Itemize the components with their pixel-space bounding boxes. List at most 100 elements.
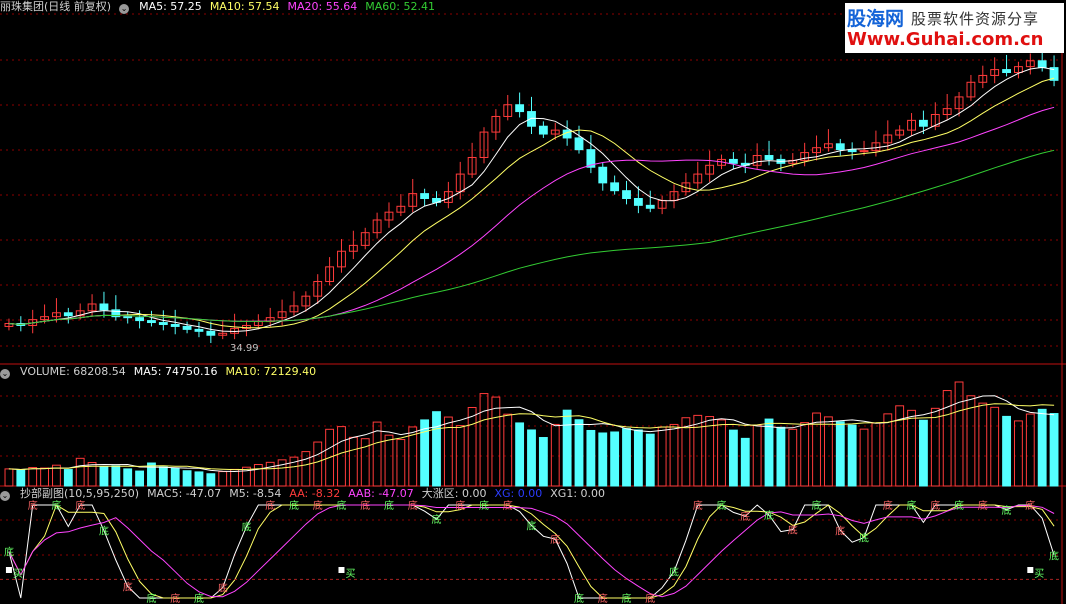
volume-bar xyxy=(28,467,38,487)
bottom-signal-label: 底 xyxy=(99,524,109,537)
volume-bar xyxy=(978,402,988,487)
volume-bar xyxy=(740,437,750,487)
volume-bar xyxy=(847,424,857,487)
volume-bar xyxy=(301,451,311,487)
volume-bar xyxy=(348,436,358,487)
candle-body xyxy=(1037,60,1047,69)
watermark-brand: 股海网 xyxy=(847,8,905,30)
bottom-signal-label: 底 xyxy=(360,499,370,512)
candle-body xyxy=(835,143,845,151)
bottom-signal-label: 底 xyxy=(907,499,917,512)
candle-body xyxy=(99,303,109,311)
volume-bar xyxy=(645,433,655,487)
volume-bar xyxy=(111,465,121,487)
volume-bar xyxy=(800,422,810,487)
volume-bar xyxy=(182,470,192,487)
volume-bar xyxy=(253,464,263,487)
bottom-signal-label: 底 xyxy=(313,499,323,512)
bottom-signal-label: 底 xyxy=(1049,549,1059,562)
bottom-signal-label: 底 xyxy=(408,499,418,512)
candle-body xyxy=(645,204,655,209)
volume-bar xyxy=(550,423,560,487)
volume-bar xyxy=(515,422,525,487)
volume-bar xyxy=(598,432,608,487)
volume-bar xyxy=(633,429,643,487)
candlesticks xyxy=(4,51,1059,344)
watermark-url: Www.Guhai.com.cn xyxy=(847,29,1044,50)
bottom-signal-label: 底 xyxy=(598,592,608,604)
volume-bar xyxy=(158,466,168,487)
bottom-signal-label: 底 xyxy=(693,499,703,512)
bottom-signal-label: 底 xyxy=(123,580,133,593)
candle-body xyxy=(598,166,608,184)
indicator-fast-line xyxy=(8,504,1055,599)
volume-bar xyxy=(717,419,726,487)
volume-bar xyxy=(871,422,881,487)
volume-bar xyxy=(40,467,49,487)
candle-body xyxy=(538,125,548,135)
volume-bar xyxy=(883,413,893,487)
low-price-label: 34.99 xyxy=(230,343,259,354)
volume-bar xyxy=(1014,420,1023,487)
bottom-signal-label: 底 xyxy=(455,499,465,512)
candle-body xyxy=(123,316,133,319)
bottom-signal-label: 底 xyxy=(883,499,893,512)
bottom-signal-label: 底 xyxy=(1025,499,1035,512)
bottom-signal-label: 底 xyxy=(503,499,513,512)
candle-body xyxy=(610,182,620,192)
watermark: 股海网 股票软件资源分享 Www.Guhai.com.cn xyxy=(845,3,1064,53)
buy-signal-marker xyxy=(338,567,345,573)
volume-bar xyxy=(764,418,774,487)
volume-bar xyxy=(99,466,109,487)
candle-body xyxy=(63,312,73,317)
bottom-signal-label: 底 xyxy=(289,499,299,512)
candle-body xyxy=(147,320,156,324)
bottom-signal-label: 底 xyxy=(788,523,798,536)
volume-bar xyxy=(942,390,952,487)
buy-signal-label: 买 xyxy=(1034,568,1044,580)
bottom-signal-label: 底 xyxy=(669,566,679,579)
volume-bar xyxy=(1025,413,1035,487)
volume-bar xyxy=(1037,408,1047,487)
volume-bar xyxy=(337,426,346,487)
volume-bar xyxy=(384,434,394,487)
bottom-signal-label: 底 xyxy=(859,532,869,545)
bottom-signal-label: 底 xyxy=(4,546,14,559)
volume-bar xyxy=(776,426,786,487)
candle-body xyxy=(622,190,631,199)
volume-bar xyxy=(75,457,85,487)
bottom-signal-label: 底 xyxy=(265,499,275,512)
candle-body xyxy=(859,150,869,153)
volume-bar xyxy=(835,421,845,487)
volume-bar xyxy=(657,426,667,487)
candle-body xyxy=(1002,69,1011,74)
bottom-signal-label: 底 xyxy=(954,499,964,512)
volume-bar xyxy=(990,406,1000,487)
candle-body xyxy=(527,111,536,127)
bottom-signal-label: 底 xyxy=(574,592,584,604)
volume-bar xyxy=(491,396,501,487)
bottom-signal-label: 底 xyxy=(218,582,228,595)
candle-body xyxy=(135,317,144,322)
stock-chart[interactable]: 底底底底底底底底底底底底底底底底底底底底底底底底底底底底底底 底底 底底底底底底底底… xyxy=(0,0,1066,604)
volume-bar xyxy=(669,423,679,487)
volume-bar xyxy=(63,469,73,487)
volume-bar xyxy=(467,406,477,487)
volume-bar xyxy=(396,439,406,487)
bottom-signal-label: 底 xyxy=(431,513,441,526)
bottom-signal-label: 底 xyxy=(550,533,560,546)
bottom-signal-label: 底 xyxy=(978,499,988,512)
volume-bar xyxy=(586,429,596,487)
candle-body xyxy=(158,322,168,325)
volume-bar xyxy=(1002,415,1011,487)
volume-bar xyxy=(313,441,323,487)
bottom-signal-label: 底 xyxy=(645,592,655,604)
ma20-line xyxy=(8,106,1055,326)
volume-bar xyxy=(218,471,228,487)
indicator-lines: 底底底底底底底底底底底底底底底底底底底底底底底底底底底底底底 底底 底底底底底底底底… xyxy=(0,499,1062,604)
buy-signal-marker xyxy=(5,567,12,573)
volume-bar xyxy=(479,393,489,487)
volume-bar xyxy=(432,411,441,487)
bottom-signal-label: 底 xyxy=(384,499,394,512)
bottom-signal-label: 底 xyxy=(146,592,156,604)
